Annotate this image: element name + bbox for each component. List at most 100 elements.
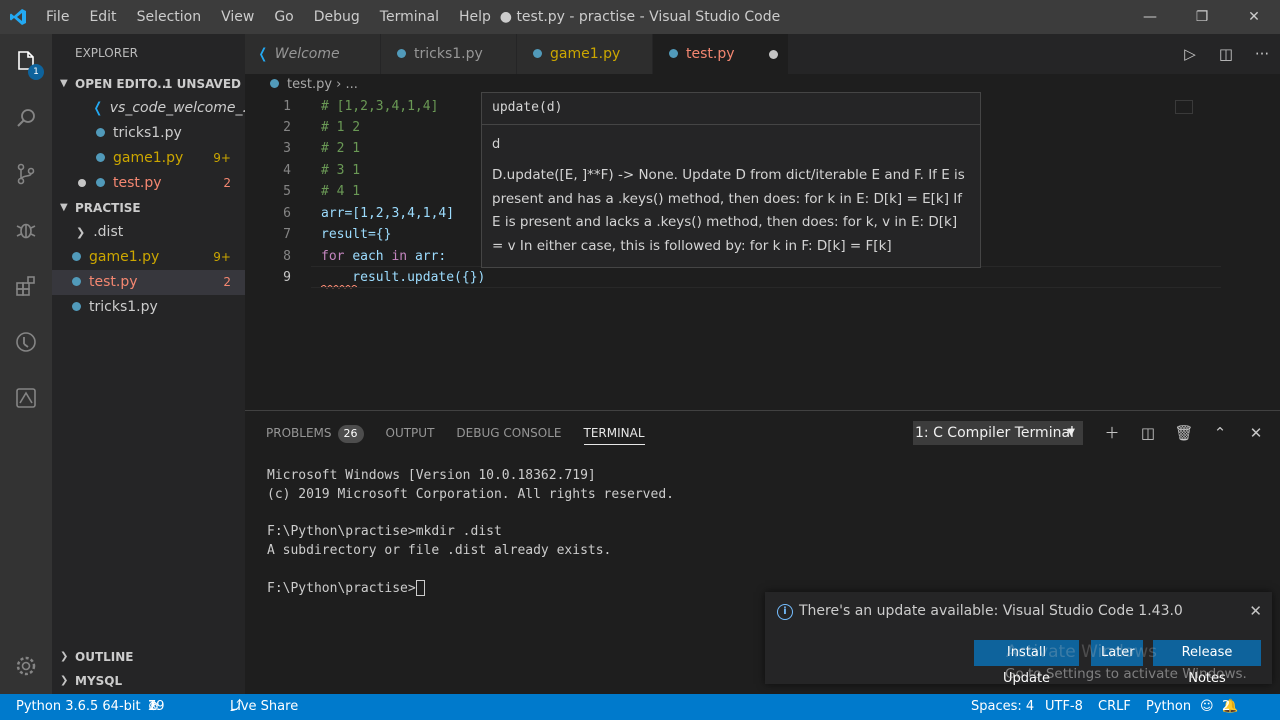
problem-count: 9+ — [213, 250, 231, 264]
warning-count: 7 — [148, 699, 157, 714]
breadcrumb[interactable]: test.py › ... — [270, 74, 358, 96]
terminal-select-value: 1: C Compiler Terminal — [915, 425, 1074, 441]
folder-dist[interactable]: ❯ .dist — [52, 220, 245, 245]
unsaved-dot-icon[interactable] — [78, 179, 86, 187]
signature-help-popup: update(d) d D.update([E, ]**F) -> None. … — [481, 92, 981, 268]
update-notification: i There's an update available: Visual St… — [765, 592, 1272, 686]
language-mode[interactable]: Python — [1146, 694, 1191, 720]
tab-output[interactable]: OUTPUT — [386, 421, 435, 445]
live-share-label: Live Share — [230, 699, 299, 714]
tab-terminal[interactable]: TERMINAL — [583, 421, 645, 445]
feedback-icon[interactable]: ☺ — [1200, 694, 1214, 720]
line-number: 7 — [283, 227, 291, 242]
activate-windows-watermark: Go to Settings to activate Windows. — [1005, 666, 1247, 682]
terminal-cursor — [415, 580, 425, 597]
line-number: 4 — [283, 163, 291, 178]
menu-debug[interactable]: Debug — [304, 0, 370, 34]
current-line-highlight — [311, 266, 1221, 288]
file-test[interactable]: test.py 2 — [52, 270, 245, 295]
breadcrumb-text: test.py › ... — [287, 77, 358, 92]
folder-label: PRACTISE — [75, 201, 141, 215]
unsaved-dot-icon[interactable] — [769, 50, 778, 59]
minimize-icon[interactable]: — — [1124, 0, 1176, 34]
maximize-panel-icon[interactable]: ⌃ — [1202, 421, 1238, 445]
open-editor-game1[interactable]: game1.py 9+ — [52, 146, 245, 171]
open-editors-header[interactable]: ▼ OPEN EDITO... 1 UNSAVED — [52, 72, 245, 96]
terminal-output[interactable]: Microsoft Windows [Version 10.0.18362.71… — [267, 467, 674, 599]
vscode-file-icon: ❬ — [257, 46, 269, 62]
remote-icon[interactable] — [0, 314, 52, 370]
terminal-line: A subdirectory or file .dist already exi… — [267, 543, 612, 559]
split-editor-icon[interactable]: ◫ — [1208, 45, 1244, 63]
release-notes-button[interactable]: Release Notes — [1153, 640, 1261, 686]
menu-selection[interactable]: Selection — [127, 0, 212, 34]
python-file-icon — [397, 48, 406, 58]
tab-test[interactable]: test.py — [653, 34, 789, 74]
menu-view[interactable]: View — [211, 0, 264, 34]
mysql-header[interactable]: ❯ MYSQL — [52, 669, 245, 693]
menu-help[interactable]: Help — [449, 0, 501, 34]
later-button[interactable]: Later — [1091, 640, 1143, 666]
more-actions-icon[interactable]: ··· — [1244, 45, 1280, 63]
file-game1[interactable]: game1.py 9+ — [52, 245, 245, 270]
tab-tricks1[interactable]: tricks1.py — [381, 34, 517, 74]
settings-gear-icon[interactable] — [0, 638, 52, 694]
problem-count: 2 — [223, 176, 231, 190]
tab-problems[interactable]: PROBLEMS 26 — [266, 421, 364, 445]
open-editor-label: tricks1.py — [113, 125, 182, 141]
python-file-icon — [96, 127, 105, 137]
terminal-select[interactable]: 1: C Compiler Terminal ▼ — [913, 421, 1083, 445]
close-panel-icon[interactable]: ✕ — [1238, 421, 1274, 445]
tab-label: test.py — [686, 46, 735, 62]
restore-icon[interactable]: ❐ — [1176, 0, 1228, 34]
extensions-icon[interactable] — [0, 258, 52, 314]
chevron-right-icon: ❯ — [60, 675, 69, 686]
code-text: arr=[1,2,3,4,1,4] — [321, 206, 455, 221]
split-terminal-icon[interactable]: ◫ — [1130, 421, 1166, 445]
chevron-right-icon: ❯ — [60, 651, 69, 662]
chevron-right-icon: ❯ — [76, 226, 86, 239]
indentation[interactable]: Spaces: 4 — [971, 694, 1034, 720]
source-control-icon[interactable] — [0, 146, 52, 202]
editor-tabs: ❬ Welcome tricks1.py game1.py test.py — [245, 34, 1280, 74]
install-update-button[interactable]: Install Update — [974, 640, 1079, 686]
search-icon[interactable] — [0, 90, 52, 146]
encoding[interactable]: UTF-8 — [1045, 694, 1083, 720]
explorer-icon[interactable]: 1 — [0, 34, 52, 90]
terminal-prompt-line: F:\Python\practise> — [267, 580, 674, 599]
outline-header[interactable]: ❯ OUTLINE — [52, 645, 245, 669]
vscode-logo-icon[interactable] — [0, 0, 36, 34]
trash-icon[interactable]: 🗑 — [1166, 421, 1202, 445]
close-window-icon[interactable]: ✕ — [1228, 0, 1280, 34]
code-text: # 1 2 — [321, 120, 361, 135]
folder-header[interactable]: ▼ PRACTISE — [52, 196, 245, 220]
add-terminal-icon[interactable]: ＋ — [1094, 421, 1130, 445]
line-number: 6 — [283, 206, 291, 221]
menu-terminal[interactable]: Terminal — [370, 0, 449, 34]
doc-text: D.update([E, ]**F) -> None. Update D fro… — [492, 167, 965, 254]
run-icon[interactable]: ▷ — [1172, 45, 1208, 63]
debug-icon[interactable] — [0, 202, 52, 258]
tab-debug-console[interactable]: DEBUG CONSOLE — [456, 421, 561, 445]
python-interpreter[interactable]: Python 3.6.5 64-bit — [16, 694, 141, 720]
open-editor-tricks1[interactable]: tricks1.py — [52, 121, 245, 146]
open-editor-test[interactable]: test.py 2 — [52, 171, 245, 196]
file-label: tricks1.py — [89, 299, 158, 315]
minimap[interactable] — [1175, 100, 1193, 114]
file-tricks1[interactable]: tricks1.py — [52, 295, 245, 320]
tab-game1[interactable]: game1.py — [517, 34, 653, 74]
menu-go[interactable]: Go — [264, 0, 303, 34]
menu-file[interactable]: File — [36, 0, 79, 34]
terminal-line: (c) 2019 Microsoft Corporation. All righ… — [267, 486, 674, 502]
open-editor-label: vs_code_welcome_... — [109, 100, 245, 116]
tab-welcome[interactable]: ❬ Welcome — [245, 34, 381, 74]
close-icon[interactable]: ✕ — [1249, 602, 1262, 620]
open-editor-welcome[interactable]: ❬ vs_code_welcome_... — [52, 96, 245, 121]
line-ending[interactable]: CRLF — [1098, 694, 1131, 720]
azure-icon[interactable] — [0, 370, 52, 426]
info-icon: i — [777, 604, 793, 620]
line-number: 1 — [283, 99, 291, 114]
python-file-icon — [96, 152, 105, 162]
menu-edit[interactable]: Edit — [79, 0, 126, 34]
